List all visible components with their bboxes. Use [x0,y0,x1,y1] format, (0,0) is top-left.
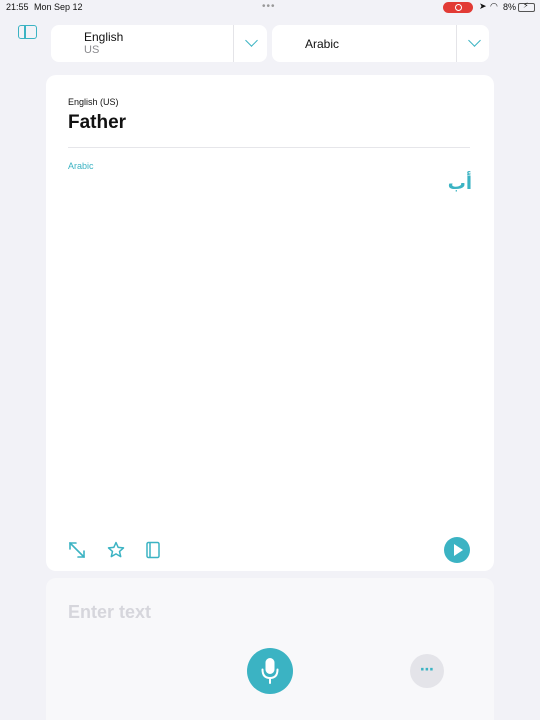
chevron-down-icon[interactable] [245,34,258,47]
source-language-selector[interactable]: English US [51,25,267,62]
text-input-area[interactable]: Enter text ⋯ [46,578,494,720]
book-icon[interactable] [144,541,162,559]
status-time: 21:55 [6,2,29,12]
battery-percent: 8% [503,2,517,12]
divider [456,25,457,62]
target-language-name: Arabic [305,37,340,51]
status-bar: 21:55 Mon Sep 12 ••• ➤ ◠ 8% [0,0,540,16]
source-text: Father [68,112,127,133]
play-icon[interactable] [444,537,470,563]
source-language-label: English (US) [68,97,119,107]
divider [68,147,470,148]
screen-recording-icon [443,2,473,13]
chevron-down-icon[interactable] [468,34,481,47]
translated-text: أب [447,173,472,194]
expand-icon[interactable] [68,541,86,559]
location-icon: ➤ [479,1,487,11]
translation-card: English (US) Father Arabic أب [46,75,494,571]
target-language-label: Arabic [68,161,94,171]
source-language-region: US [84,44,100,56]
more-options-button[interactable]: ⋯ [410,654,444,688]
source-language-name: English [84,30,124,44]
microphone-button[interactable] [247,648,293,694]
target-language-selector[interactable]: Arabic [272,25,489,62]
divider [233,25,234,62]
text-input-placeholder[interactable]: Enter text [68,602,151,623]
status-date: Mon Sep 12 [34,2,83,12]
microphone-icon [261,658,279,684]
wifi-icon: ◠ [490,1,498,11]
battery-icon [518,1,535,12]
multitasking-dots-icon[interactable]: ••• [262,1,276,12]
sidebar-icon[interactable] [18,25,37,39]
star-icon[interactable] [107,541,125,559]
